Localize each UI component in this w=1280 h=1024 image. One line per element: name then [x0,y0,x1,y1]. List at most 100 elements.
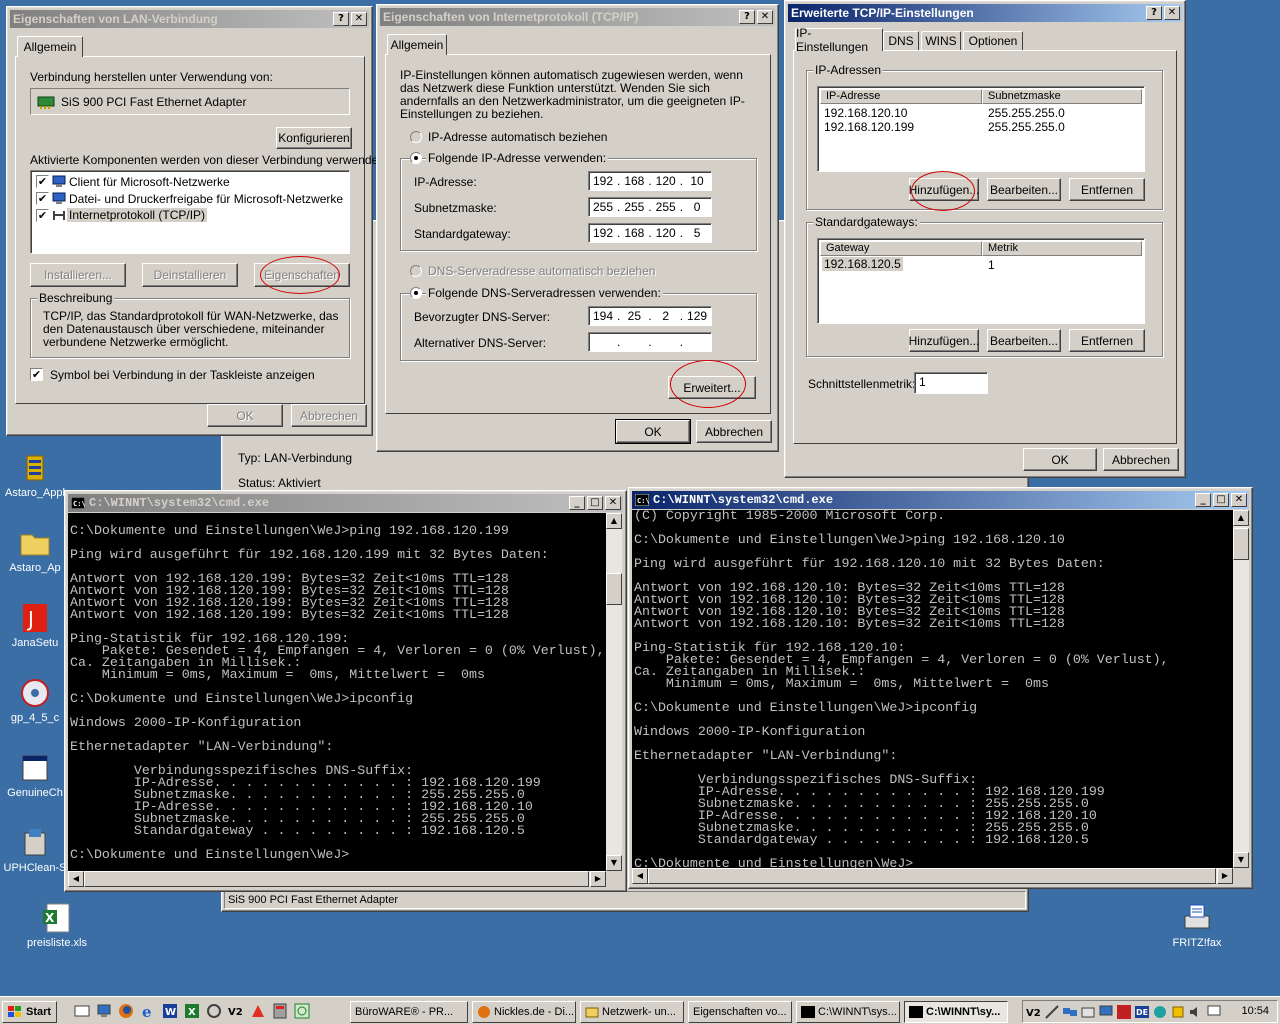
component-checkbox[interactable]: ✔ [36,175,49,188]
tray-connection-icon[interactable] [1170,1004,1186,1020]
cmd2-horizontal-scrollbar[interactable]: ◀ ▶ [632,868,1233,884]
cmd1-vertical-scrollbar[interactable]: ▲ ▼ [606,513,622,871]
scroll-thumb[interactable] [648,868,1216,884]
ie-icon[interactable]: e [140,1003,156,1019]
taskbar-button-eigenschaften[interactable]: Eigenschaften vo... [688,1001,792,1023]
tray-language-icon[interactable]: DE [1134,1004,1150,1020]
component-checkbox[interactable]: ✔ [36,192,49,205]
mask-column-header[interactable]: Subnetzmaske [982,89,1142,104]
taskbar-button-bueroware[interactable]: BüroWARE® - PR... [350,1001,468,1023]
explorer-icon[interactable] [96,1003,112,1019]
clock[interactable]: 10:54 [1241,1005,1269,1017]
start-button[interactable]: Start [2,1001,57,1023]
add-gateway-button[interactable]: Hinzufügen... [909,329,979,352]
vnc-icon[interactable]: V2 [228,1003,244,1019]
cancel-button[interactable]: Abbrechen [696,420,772,443]
tray-tool-icon[interactable] [1044,1004,1060,1020]
tab-dns[interactable]: DNS [883,31,919,50]
scroll-up-button[interactable]: ▲ [1233,510,1249,526]
close-button[interactable]: ✕ [1231,493,1247,507]
metric-column-header[interactable]: Metrik [982,241,1142,256]
configure-button[interactable]: Konfigurieren [276,127,352,149]
help-button[interactable]: ? [333,12,349,26]
scroll-down-button[interactable]: ▼ [606,855,622,871]
close-button[interactable]: ✕ [1164,6,1180,20]
tab-allgemein[interactable]: Allgemein [17,36,83,57]
minimize-button[interactable]: _ [1195,493,1211,507]
cancel-button[interactable]: Abbrechen [1103,448,1179,471]
tray-volume-icon[interactable] [1188,1004,1204,1020]
close-button[interactable]: ✕ [351,12,367,26]
maximize-button[interactable]: □ [1213,493,1229,507]
show-icon-checkbox[interactable]: ✔ [30,368,43,381]
component-item[interactable]: Client für Microsoft-Netzwerke [69,175,230,189]
help-button[interactable]: ? [1146,6,1162,20]
tool-icon[interactable] [206,1003,222,1019]
clock-app-icon[interactable] [294,1003,310,1019]
gateway-column-header[interactable]: Gateway [820,241,982,256]
excel-quicklaunch-icon[interactable]: X [184,1003,200,1019]
gateway-row-address[interactable]: 192.168.120.5 [822,257,903,271]
word-icon[interactable]: W [162,1003,178,1019]
cmd2-console[interactable]: (C) Copyright 1985-2000 Microsoft Corp. C… [632,510,1233,868]
tray-monitor-icon[interactable] [1098,1004,1114,1020]
scroll-thumb[interactable] [84,871,589,887]
tab-options[interactable]: Optionen [963,31,1023,50]
show-desktop-icon[interactable] [74,1003,90,1019]
subnet-mask-field[interactable]: 255. 255. 255. 0 [588,197,712,217]
auto-dns-radio[interactable] [410,265,422,277]
components-list[interactable]: ✔ Client für Microsoft-Netzwerke ✔ Datei… [30,170,350,254]
scroll-right-button[interactable]: ▶ [590,871,606,887]
taskbar-button-netzwerk[interactable]: Netzwerk- un... [580,1001,684,1023]
use-dns-radio[interactable] [410,287,422,299]
ok-button[interactable]: OK [207,404,283,427]
cmd1-horizontal-scrollbar[interactable]: ◀ ▶ [68,871,606,887]
minimize-button[interactable]: _ [569,496,585,510]
close-button[interactable]: ✕ [605,496,621,510]
help-button[interactable]: ? [739,10,755,24]
ip-row-address[interactable]: 192.168.120.199 [824,120,914,134]
calc-icon[interactable] [272,1003,288,1019]
ok-button[interactable]: OK [1023,448,1097,471]
scroll-right-button[interactable]: ▶ [1217,868,1233,884]
install-button[interactable]: Installieren... [30,263,126,287]
edit-gateway-button[interactable]: Bearbeiten... [987,329,1061,352]
scroll-down-button[interactable]: ▼ [1233,852,1249,868]
tray-fax-icon[interactable] [1080,1004,1096,1020]
ok-button[interactable]: OK [615,419,691,444]
maximize-button[interactable]: □ [587,496,603,510]
firefox-icon[interactable] [118,1003,134,1019]
tray-monitor2-icon[interactable] [1206,1004,1222,1020]
gateway-field[interactable]: 192. 168. 120. 5 [588,223,712,243]
scroll-thumb[interactable] [1233,528,1249,560]
taskbar-button-cmd2[interactable]: C:\WINNT\sy... [904,1001,1008,1023]
component-item-selected[interactable]: Internetprotokoll (TCP/IP) [67,208,208,222]
cmd1-console[interactable]: C:\Dokumente und Einstellungen\WeJ>ping … [68,513,606,871]
remove-ip-button[interactable]: Entfernen [1069,178,1145,201]
cancel-button[interactable]: Abbrechen [291,404,367,427]
taskbar-button-cmd1[interactable]: C:\WINNT\sys... [796,1001,900,1023]
tray-app-icon[interactable] [1152,1004,1168,1020]
preferred-dns-field[interactable]: 194. 25. 2. 129 [588,306,712,326]
use-ip-radio[interactable] [410,152,422,164]
cmd2-vertical-scrollbar[interactable]: ▲ ▼ [1233,510,1249,868]
auto-ip-radio[interactable] [410,131,422,143]
tab-ip-settings[interactable]: IP-Einstellungen [795,26,883,54]
tab-wins[interactable]: WINS [921,31,961,50]
ip-address-list[interactable]: IP-Adresse Subnetzmaske 192.168.120.10 2… [817,86,1145,172]
desktop-icon-fritzfax[interactable]: FRITZ!fax [1152,902,1242,949]
scroll-left-button[interactable]: ◀ [68,871,84,887]
alternate-dns-field[interactable]: ... [588,332,712,352]
ip-column-header[interactable]: IP-Adresse [820,89,982,104]
tray-network-icon[interactable] [1062,1004,1078,1020]
taskbar-button-nickles[interactable]: Nickles.de - Di... [472,1001,576,1023]
component-checkbox[interactable]: ✔ [36,209,49,222]
interface-metric-field[interactable]: 1 [914,372,988,394]
edit-ip-button[interactable]: Bearbeiten... [987,178,1061,201]
scroll-left-button[interactable]: ◀ [632,868,648,884]
uninstall-button[interactable]: Deinstallieren [142,263,238,287]
gateway-list[interactable]: Gateway Metrik 192.168.120.5 1 [817,238,1145,324]
tray-vnc-icon[interactable]: V2 [1026,1004,1042,1020]
tab-allgemein[interactable]: Allgemein [387,34,447,55]
component-item[interactable]: Datei- und Druckerfreigabe für Microsoft… [69,192,343,206]
